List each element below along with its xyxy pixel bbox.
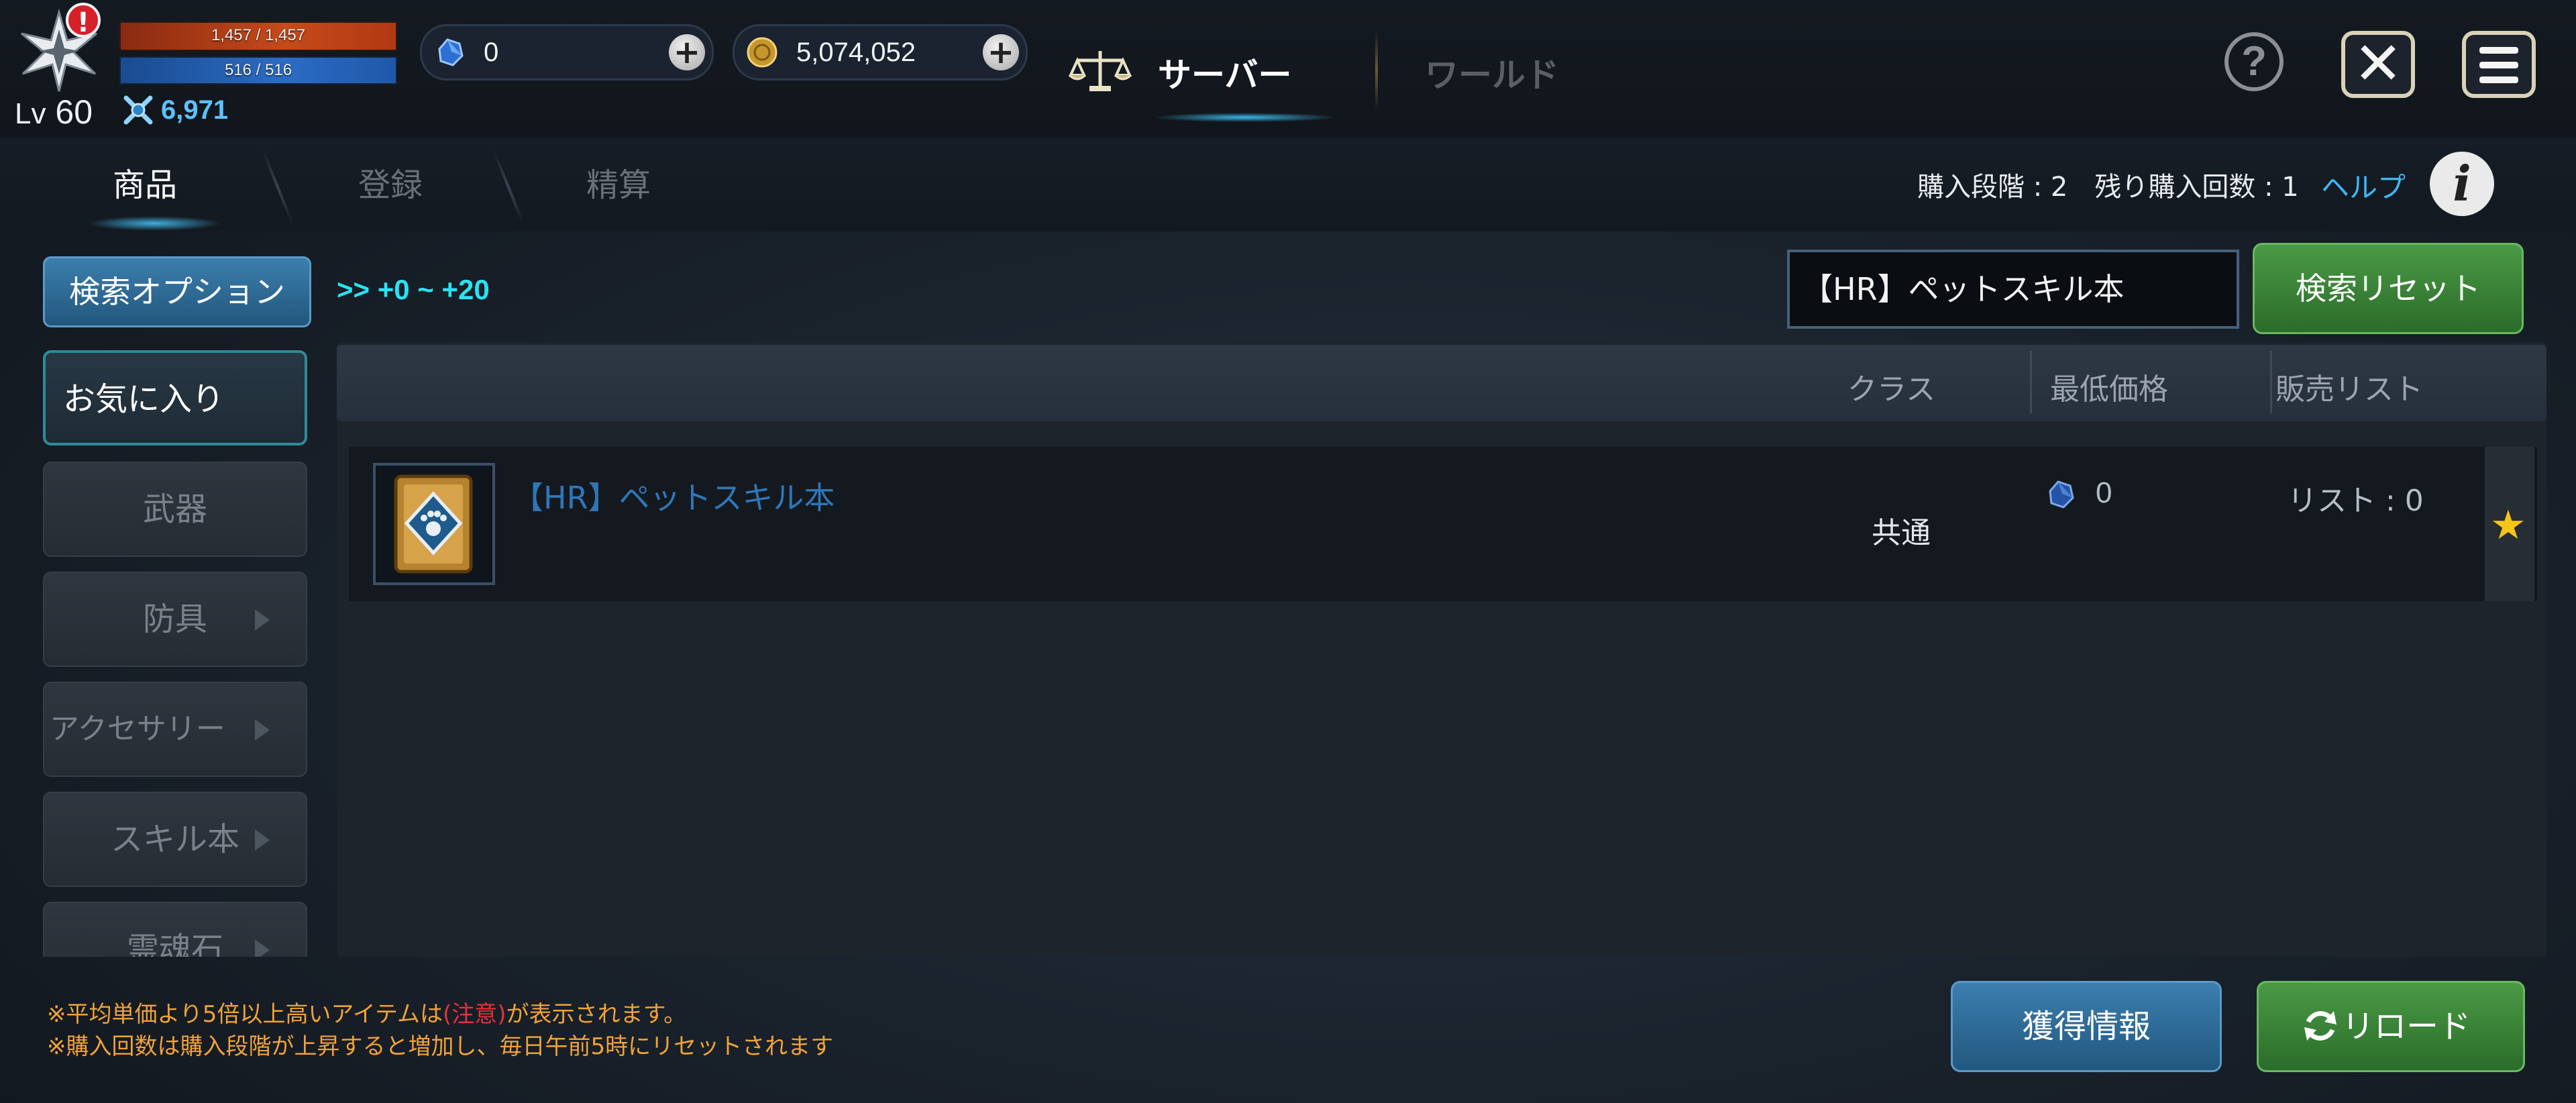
tab-products[interactable]: 商品: [113, 158, 177, 205]
scale-icon: [1068, 51, 1132, 91]
level-prefix: Lv: [15, 97, 46, 130]
blue-gem-icon: [438, 38, 464, 66]
chevron-right-icon: [255, 609, 270, 631]
column-header-class[interactable]: クラス: [1847, 365, 1935, 408]
level-value: 60: [55, 93, 93, 131]
enhance-range-label: >> +0 ~ +20: [337, 274, 490, 305]
combat-power-value: 6,971: [161, 95, 229, 125]
blue-gem-icon: [2049, 480, 2074, 509]
item-name[interactable]: 【HR】ペットスキル本: [513, 474, 835, 518]
add-gold-button[interactable]: +: [983, 34, 1019, 70]
tab-products-indicator: [87, 216, 221, 231]
chevron-right-icon: [255, 719, 270, 741]
tab-divider: [1375, 31, 1378, 110]
gold-coin-icon: [747, 37, 777, 68]
alert-badge: !: [66, 3, 101, 38]
menu-button[interactable]: [2462, 31, 2536, 98]
acquisition-info-button[interactable]: 獲得情報: [1951, 981, 2222, 1072]
reload-label: リロード: [2342, 1008, 2471, 1045]
search-options-button[interactable]: 検索オプション: [43, 256, 311, 327]
search-reset-button[interactable]: 検索リセット: [2253, 243, 2524, 334]
category-favorites[interactable]: お気に入り: [43, 350, 307, 445]
level-display: Lv 60: [15, 93, 93, 132]
gold-amount: 5,074,052: [796, 38, 916, 67]
footer-note-2: ※購入回数は購入段階が上昇すると増加し、毎日午前5時にリセットされます: [47, 1033, 834, 1060]
mp-text: 516 / 516: [224, 61, 292, 79]
chevron-right-icon: [255, 939, 270, 957]
menu-line: [2479, 47, 2518, 54]
chevron-right-icon: [255, 829, 270, 851]
item-sale-list-count: リスト : 0: [2288, 484, 2424, 518]
column-header-sale-list[interactable]: 販売リスト: [2275, 365, 2423, 408]
add-gem-button[interactable]: +: [669, 34, 705, 70]
listing-table: [337, 342, 2546, 957]
tab-settlement[interactable]: 精算: [586, 158, 651, 205]
help-link[interactable]: ヘルプ: [2321, 165, 2406, 206]
column-header-min-price[interactable]: 最低価格: [2050, 365, 2168, 408]
favorite-star-icon[interactable]: ★: [2490, 502, 2526, 549]
category-sidebar[interactable]: お気に入り 武器 防具 アクセサリー スキル本 霊魂石: [30, 342, 325, 957]
menu-line: [2479, 62, 2518, 68]
category-skill-books[interactable]: スキル本: [43, 792, 307, 887]
purchase-stage-info: 購入段階 : 2 残り購入回数 : 1: [1917, 172, 2299, 203]
help-button[interactable]: ?: [2224, 32, 2284, 91]
hp-bar: 1,457 / 1,457: [119, 21, 397, 51]
column-separator: [2270, 350, 2272, 413]
mp-bar: 516 / 516: [119, 56, 397, 85]
hp-text: 1,457 / 1,457: [211, 26, 306, 44]
tab-world[interactable]: ワールド: [1425, 48, 1559, 97]
tab-server[interactable]: サーバー: [1158, 48, 1292, 97]
gold-currency: 5,074,052 +: [733, 24, 1028, 81]
close-button[interactable]: ✕: [2341, 31, 2415, 98]
gem-amount: 0: [484, 38, 499, 67]
tab-server-indicator: [1152, 113, 1338, 122]
table-header: [337, 345, 2546, 421]
search-input[interactable]: 【HR】ペットスキル本: [1787, 250, 2239, 329]
item-min-price: 0: [2096, 476, 2112, 509]
menu-line: [2479, 76, 2518, 83]
table-row[interactable]: [349, 447, 2537, 601]
category-accessories[interactable]: アクセサリー: [43, 682, 307, 777]
note-text: が表示されます。: [506, 1001, 687, 1028]
combat-power-icon: [123, 95, 153, 125]
category-soul-stones[interactable]: 霊魂石: [43, 902, 307, 957]
reload-button[interactable]: リロード: [2257, 981, 2525, 1072]
category-armor[interactable]: 防具: [43, 572, 307, 667]
category-label: お気に入り: [63, 380, 225, 418]
column-separator: [2030, 350, 2032, 413]
category-label: 武器: [142, 490, 207, 528]
info-icon[interactable]: i: [2430, 152, 2494, 216]
note-text: ※平均単価より5倍以上高いアイテムは: [47, 1001, 443, 1028]
refresh-icon: [2304, 1011, 2337, 1041]
gem-currency: 0 +: [420, 24, 714, 81]
item-class: 共通: [1872, 516, 1931, 550]
category-weapons[interactable]: 武器: [43, 462, 307, 557]
paw-book-icon: [394, 474, 473, 574]
warning-mark: (注意): [443, 1001, 506, 1028]
tab-register[interactable]: 登録: [358, 158, 423, 205]
footer-note-1: ※平均単価より5倍以上高いアイテムは(注意)が表示されます。: [47, 996, 686, 1029]
item-icon-frame: [373, 463, 495, 585]
